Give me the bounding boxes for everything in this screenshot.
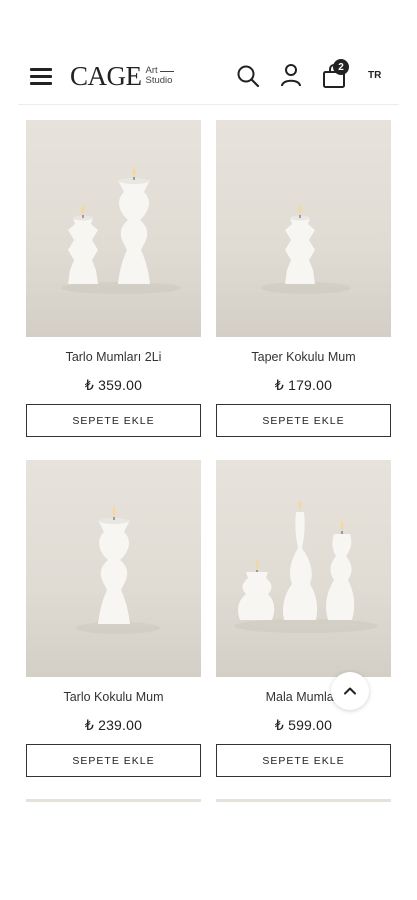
product-name[interactable]: Tarlo Kokulu Mum [26, 690, 201, 704]
add-to-cart-button[interactable]: SEPETE EKLE [26, 744, 201, 777]
product-name[interactable]: Taper Kokulu Mum [216, 350, 391, 364]
search-icon[interactable] [236, 64, 260, 88]
product-image[interactable] [216, 120, 391, 337]
product-price: ₺ 239.00 [84, 717, 143, 733]
header-divider [18, 104, 399, 105]
add-to-cart-button[interactable]: SEPETE EKLE [216, 404, 391, 437]
logo-subtitle: Art Studio [145, 65, 173, 86]
site-header: CAGE Art Studio 2 TR [0, 0, 417, 105]
site-logo[interactable]: CAGE Art Studio [70, 60, 174, 92]
product-price: ₺ 179.00 [274, 377, 333, 393]
hamburger-menu-icon[interactable] [30, 66, 52, 86]
logo-wordmark: CAGE [70, 60, 142, 91]
scroll-to-top-button[interactable] [331, 672, 369, 710]
cart-count-badge: 2 [333, 59, 349, 75]
product-name[interactable]: Tarlo Mumları 2Li [26, 350, 201, 364]
add-to-cart-button[interactable]: SEPETE EKLE [216, 744, 391, 777]
next-product-image-edge [26, 799, 201, 802]
product-image[interactable] [216, 460, 391, 677]
product-image[interactable] [26, 460, 201, 677]
product-price: ₺ 359.00 [84, 377, 143, 393]
user-icon[interactable] [280, 63, 302, 87]
language-selector[interactable]: TR [368, 70, 381, 81]
add-to-cart-button[interactable]: SEPETE EKLE [26, 404, 201, 437]
next-product-image-edge [216, 799, 391, 802]
product-image[interactable] [26, 120, 201, 337]
chevron-up-icon [344, 687, 356, 695]
product-price: ₺ 599.00 [274, 717, 333, 733]
